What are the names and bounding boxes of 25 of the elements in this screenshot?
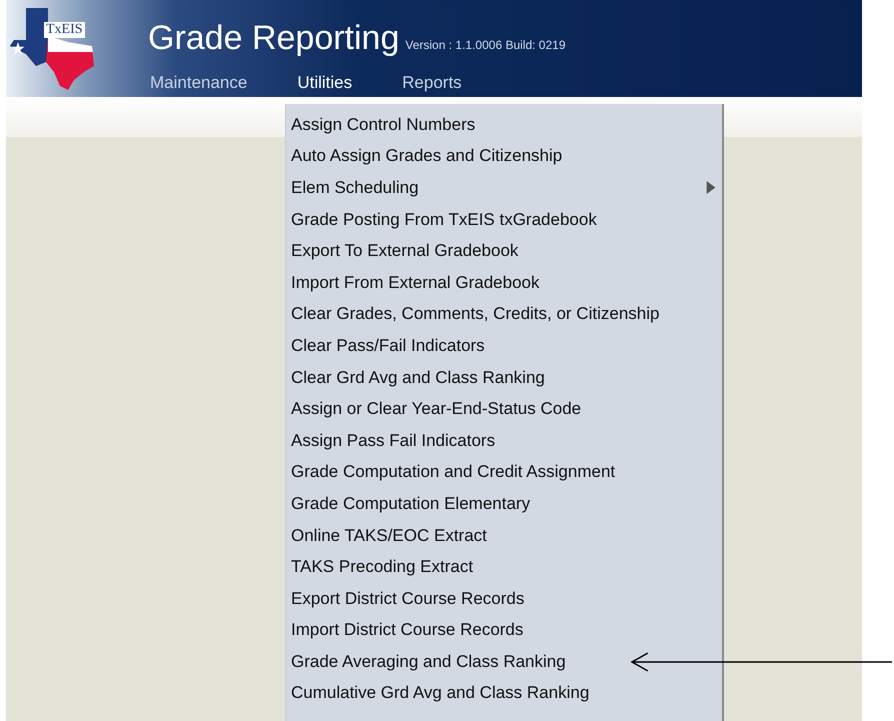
menu-option[interactable]: Assign Control Numbers	[286, 109, 722, 141]
version-text: Version : 1.1.0006 Build: 0219	[405, 38, 566, 52]
menu-option[interactable]: Export To External Gradebook	[286, 235, 722, 267]
menu-option[interactable]: Elem Scheduling	[286, 172, 722, 204]
menu-option[interactable]: Import From External Gradebook	[286, 266, 722, 299]
menu-item[interactable]: Utilities	[295, 72, 354, 94]
app-title: Grade Reporting	[148, 18, 400, 59]
logo-text: TxEIS	[44, 22, 85, 38]
menu-option[interactable]: Clear Grades, Comments, Credits, or Citizenship	[286, 298, 722, 330]
menu-option[interactable]: Grade Computation Elementary	[286, 488, 722, 520]
menu-option[interactable]: Export District Course Records	[286, 582, 722, 614]
menu-option[interactable]: Grade Posting From TxEIS txGradebook	[286, 204, 722, 236]
menu-option[interactable]: Online TAKS/EOC Extract	[286, 520, 722, 552]
menu-option[interactable]: Assign Pass Fail Indicators	[286, 424, 722, 457]
menu-option[interactable]: TAKS Precoding Extract	[286, 551, 722, 583]
menu-option[interactable]: Clear Pass/Fail Indicators	[286, 330, 722, 362]
menu-option[interactable]: Assign or Clear Year-End-Status Code	[286, 393, 722, 425]
menu-item[interactable]: Reports	[400, 72, 464, 94]
menu-item[interactable]: Maintenance	[148, 72, 250, 94]
menu-option[interactable]: Grade Averaging and Class Ranking	[286, 646, 722, 678]
menu-option[interactable]: Cumulative Grd Avg and Class Ranking	[286, 678, 722, 710]
menu-option[interactable]: Auto Assign Grades and Citizenship	[286, 140, 722, 172]
menu-option[interactable]: Grade Computation and Credit Assignment	[286, 456, 722, 488]
menu-option[interactable]: Import District Course Records	[286, 614, 722, 646]
menu-option[interactable]: Clear Grd Avg and Class Ranking	[286, 362, 722, 394]
